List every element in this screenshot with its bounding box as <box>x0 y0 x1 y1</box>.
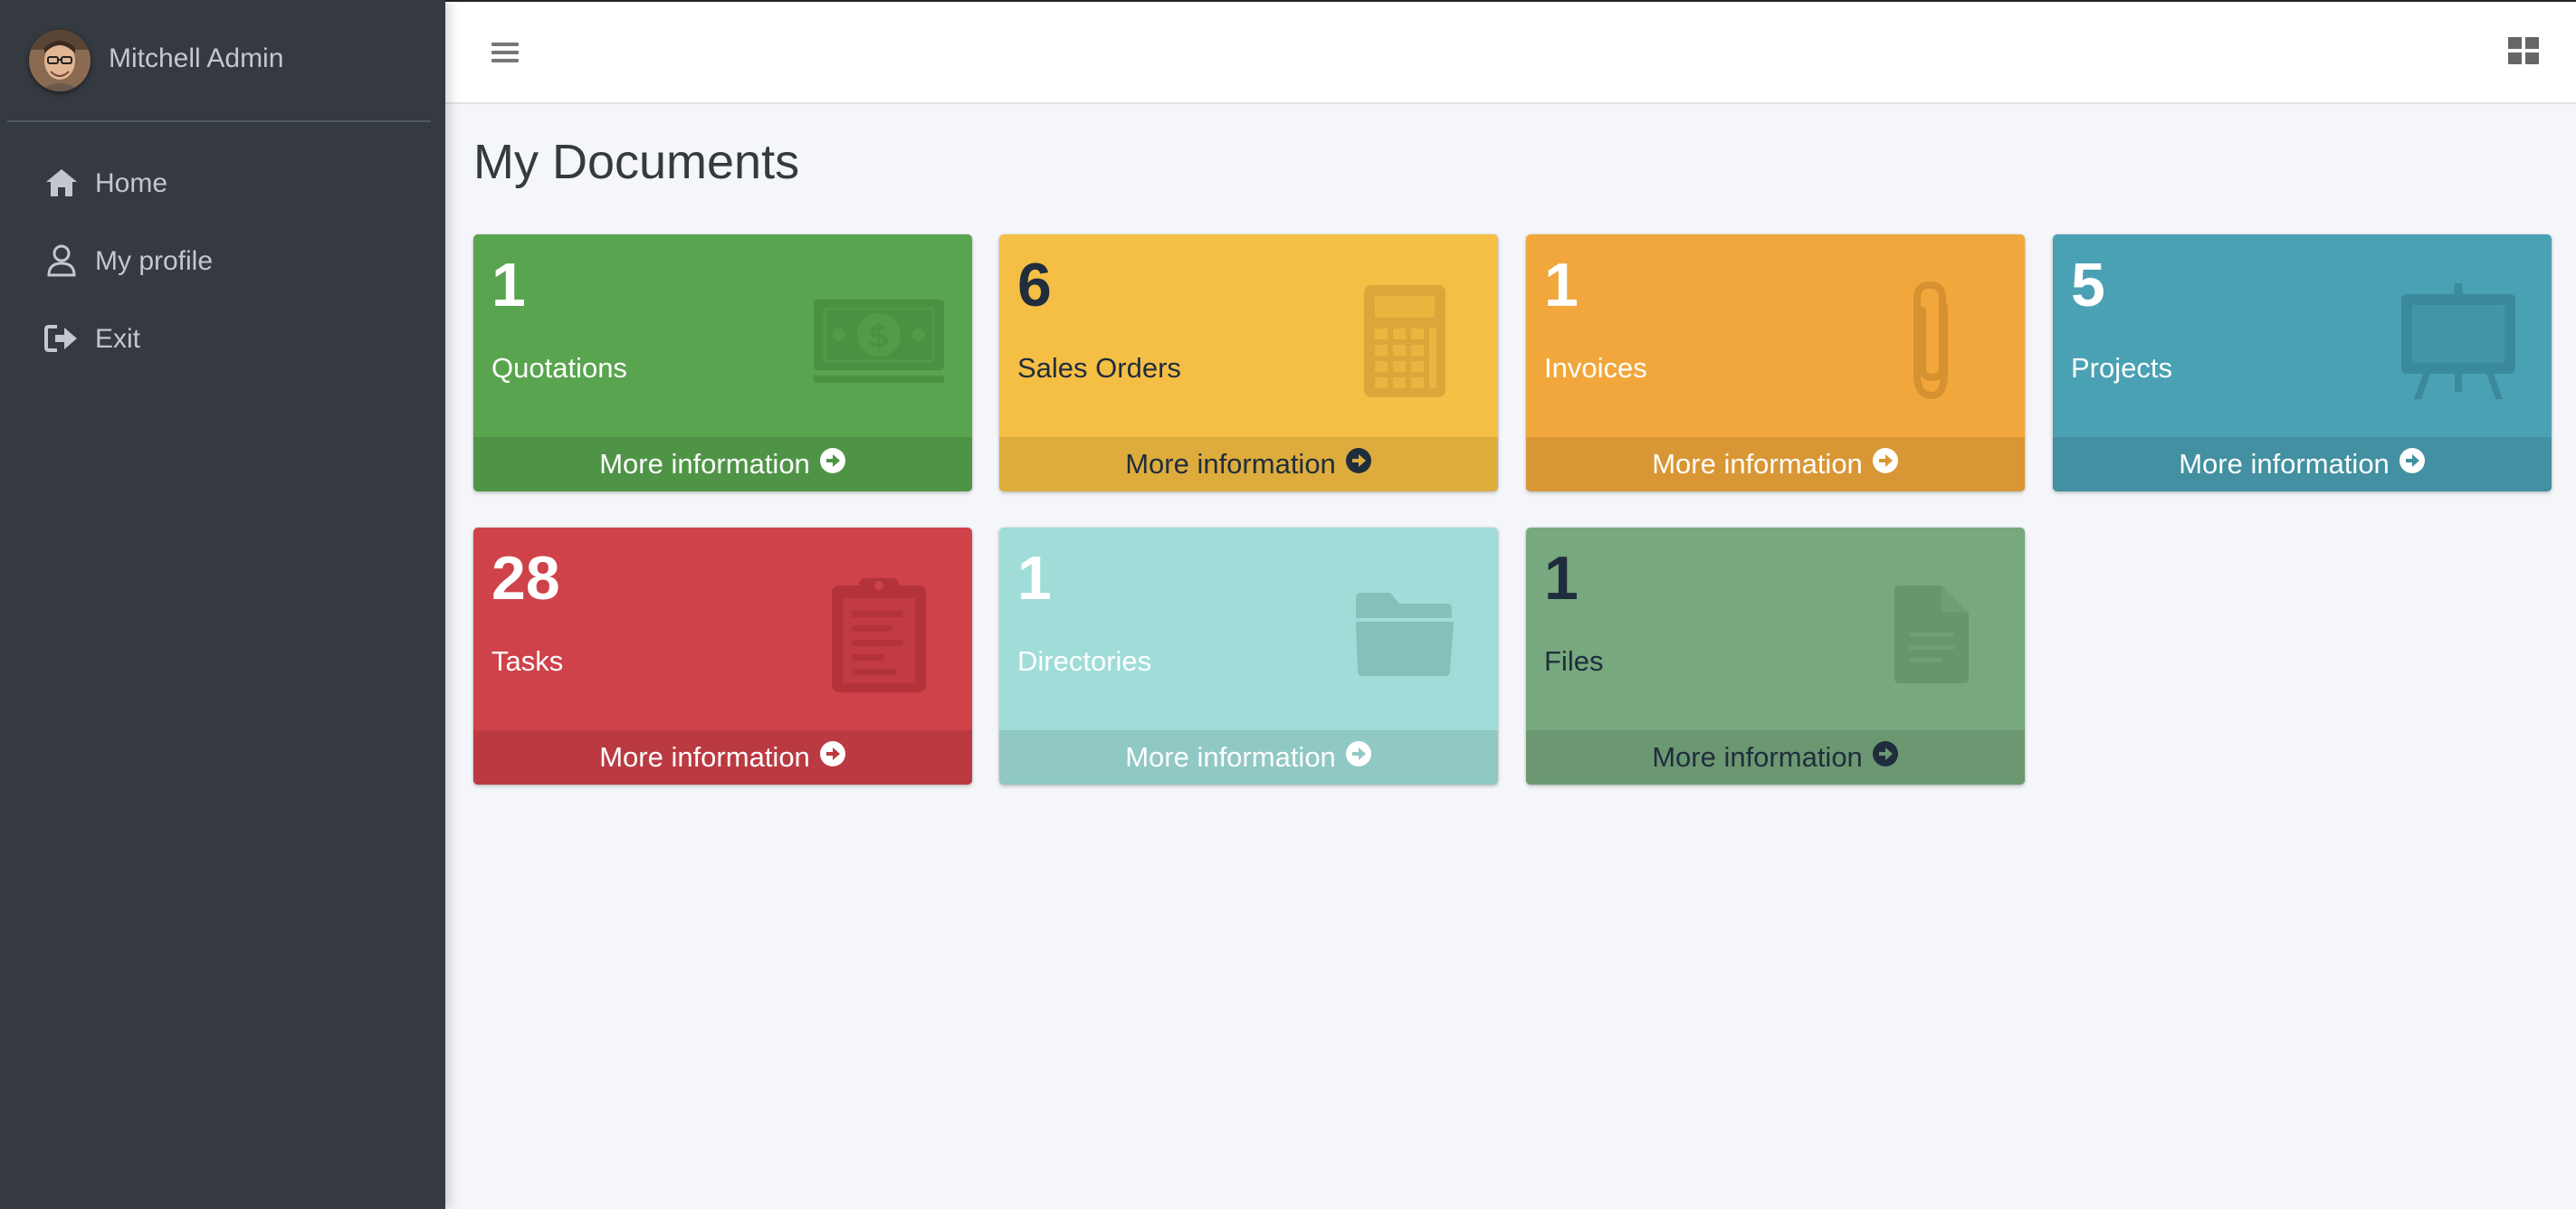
more-info-link[interactable]: More information <box>473 437 972 491</box>
box-label: Invoices <box>1544 352 1647 384</box>
arrow-circle-right-icon <box>2399 447 2426 481</box>
more-info-label: More information <box>1125 448 1336 480</box>
small-box-projects: 5 Projects More information <box>2053 234 2552 491</box>
more-info-link[interactable]: More information <box>2053 437 2552 491</box>
box-label: Directories <box>1017 645 1152 677</box>
top-navbar <box>445 0 2576 104</box>
easel-icon <box>2390 278 2526 405</box>
box-count: 1 <box>1544 544 1579 613</box>
box-count: 5 <box>2071 251 2105 319</box>
avatar[interactable] <box>29 30 91 91</box>
box-count: 28 <box>491 544 560 613</box>
sidebar-item-exit[interactable]: Exit <box>0 306 445 371</box>
arrow-circle-right-icon <box>819 740 846 775</box>
home-icon <box>43 165 80 201</box>
user-icon <box>43 243 80 279</box>
more-info-link[interactable]: More information <box>1526 730 2025 785</box>
user-name[interactable]: Mitchell Admin <box>109 43 283 74</box>
file-icon <box>1864 571 1999 698</box>
arrow-circle-right-icon <box>1345 447 1372 481</box>
sidebar: Mitchell Admin Home My profile Exit <box>0 0 445 1209</box>
small-box-sales-orders: 6 Sales Orders More information <box>999 234 1498 491</box>
small-box-tasks: 28 Tasks More information <box>473 528 972 785</box>
svg-text:$: $ <box>867 318 890 355</box>
box-label: Quotations <box>491 352 627 384</box>
box-label: Tasks <box>491 645 564 677</box>
more-info-link[interactable]: More information <box>999 730 1498 785</box>
arrow-circle-right-icon <box>1872 740 1899 775</box>
more-info-label: More information <box>1125 741 1336 773</box>
folder-icon <box>1337 571 1473 698</box>
money-bill-icon: $ <box>811 278 947 405</box>
user-panel[interactable]: Mitchell Admin <box>7 0 431 122</box>
sidebar-item-label: Exit <box>95 324 141 354</box>
more-info-label: More information <box>2179 448 2390 480</box>
sidebar-item-label: Home <box>95 168 168 198</box>
hamburger-menu-icon[interactable] <box>485 33 525 72</box>
more-info-label: More information <box>1652 448 1863 480</box>
box-label: Files <box>1544 645 1604 677</box>
page-title: My Documents <box>473 135 800 189</box>
paperclip-icon <box>1864 278 1999 405</box>
arrow-circle-right-icon <box>819 447 846 481</box>
box-label: Projects <box>2071 352 2172 384</box>
calculator-icon <box>1337 278 1473 405</box>
more-info-label: More information <box>1652 741 1863 773</box>
box-count: 1 <box>1544 251 1579 319</box>
sidebar-item-label: My profile <box>95 246 214 276</box>
arrow-circle-right-icon <box>1872 447 1899 481</box>
small-box-directories: 1 Directories More information <box>999 528 1498 785</box>
box-label: Sales Orders <box>1017 352 1181 384</box>
more-info-label: More information <box>599 448 810 480</box>
sidebar-item-my-profile[interactable]: My profile <box>0 228 445 293</box>
arrow-circle-right-icon <box>1345 740 1372 775</box>
more-info-link[interactable]: More information <box>999 437 1498 491</box>
small-box-files: 1 Files More information <box>1526 528 2025 785</box>
small-box-invoices: 1 Invoices More information <box>1526 234 2025 491</box>
more-info-link[interactable]: More information <box>1526 437 2025 491</box>
sign-out-icon <box>43 320 80 357</box>
small-box-quotations: 1 Quotations $ More information <box>473 234 972 491</box>
box-count: 1 <box>1017 544 1052 613</box>
more-info-label: More information <box>599 741 810 773</box>
box-count: 6 <box>1017 251 1052 319</box>
box-count: 1 <box>491 251 526 319</box>
more-info-link[interactable]: More information <box>473 730 972 785</box>
clipboard-icon <box>811 571 947 698</box>
sidebar-item-home[interactable]: Home <box>0 150 445 215</box>
apps-grid-icon[interactable] <box>2504 31 2543 71</box>
